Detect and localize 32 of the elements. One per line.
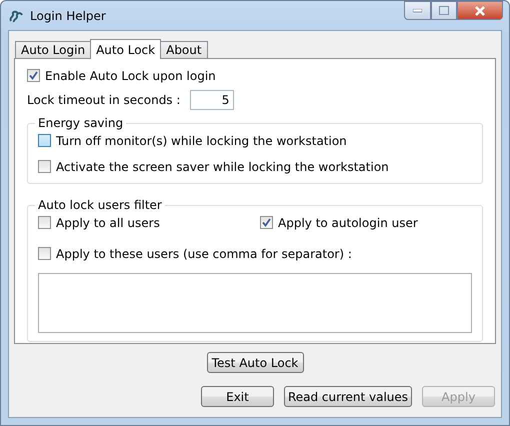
checkmark-icon: [262, 218, 271, 227]
checkbox-box[interactable]: [38, 134, 51, 147]
checkbox-box[interactable]: [260, 216, 273, 229]
group-title: Energy saving: [37, 116, 124, 130]
maximize-icon: [439, 6, 449, 15]
checkbox-box[interactable]: [38, 160, 51, 173]
users-input-field[interactable]: [38, 273, 472, 333]
checkbox-box[interactable]: [38, 216, 51, 229]
maximize-button[interactable]: [431, 1, 457, 20]
minimize-button[interactable]: [404, 1, 431, 20]
dialog-button[interactable]: Read current values: [284, 386, 412, 407]
checkbox[interactable]: Apply to these users (use comma for separator) :: [38, 245, 472, 262]
close-icon: [474, 6, 486, 16]
tab[interactable]: About: [160, 41, 208, 59]
tab[interactable]: Auto Login: [15, 41, 92, 59]
tab[interactable]: Auto Lock: [90, 39, 162, 59]
checkbox[interactable]: Enable Auto Lock upon login: [27, 67, 483, 84]
dialog-button[interactable]: Exit: [201, 386, 274, 407]
field-label: Lock timeout in seconds :: [27, 93, 180, 107]
checkbox[interactable]: Apply to autologin user: [260, 214, 472, 231]
test-auto-lock-button[interactable]: Test Auto Lock: [206, 352, 304, 373]
close-button[interactable]: [457, 1, 503, 20]
checkmark-icon: [29, 71, 38, 80]
checkbox-box[interactable]: [38, 247, 51, 260]
timeout-field[interactable]: 5: [190, 90, 234, 110]
minimize-icon: [413, 8, 422, 12]
checkbox[interactable]: Apply to all users: [38, 214, 260, 231]
checkbox[interactable]: Turn off monitor(s) while locking the workstation: [38, 132, 472, 149]
checkbox-box[interactable]: [27, 69, 40, 82]
group-title: Auto lock users filter: [37, 198, 163, 212]
checkbox[interactable]: Activate the screen saver while locking the workstation: [38, 158, 472, 175]
window-title: Login Helper: [30, 8, 107, 22]
